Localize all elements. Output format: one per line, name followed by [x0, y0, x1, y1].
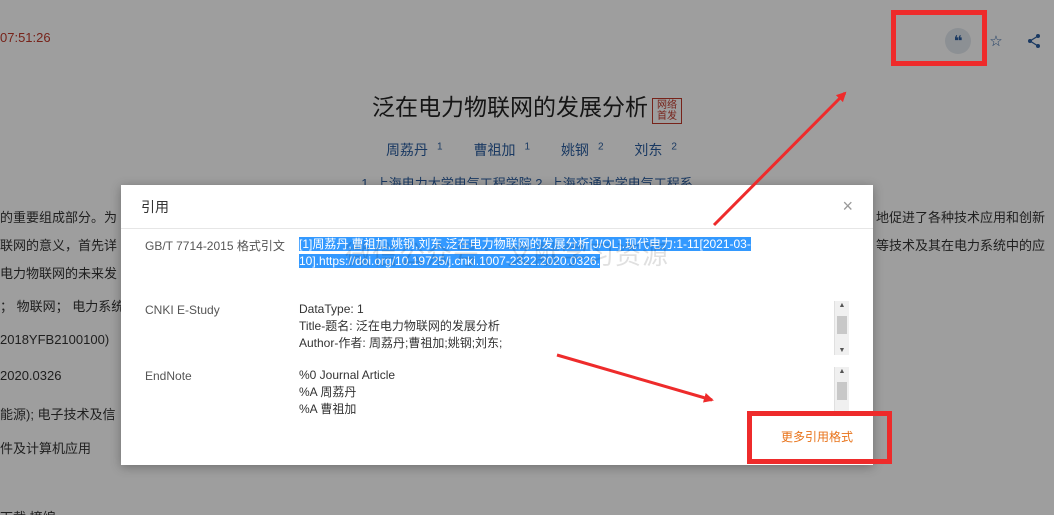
annotation-arrows	[556, 91, 847, 403]
arrow-to-more-formats	[556, 353, 714, 403]
arrow-to-cite-button	[712, 91, 847, 227]
